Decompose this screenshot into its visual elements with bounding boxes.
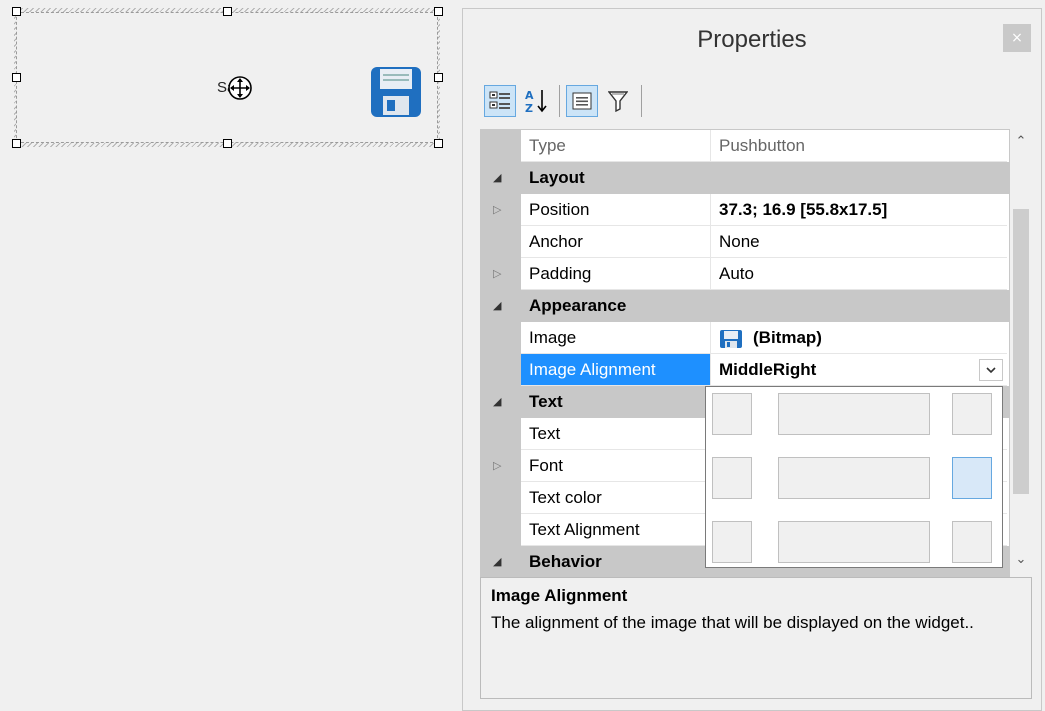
collapse-icon[interactable]: ◢ (493, 386, 501, 418)
expand-icon[interactable]: ▷ (493, 258, 501, 290)
category-appearance[interactable]: ◢ Appearance (481, 290, 1009, 322)
scrollbar-thumb[interactable] (1013, 209, 1029, 494)
categorized-view-button[interactable] (484, 85, 516, 117)
image-alignment-picker (705, 386, 1003, 568)
resize-handle-mr[interactable] (434, 73, 443, 82)
category-label: Layout (529, 168, 585, 187)
property-row-image-alignment[interactable]: Image Alignment MiddleRight (481, 354, 1009, 386)
bitmap-preview-icon (720, 329, 742, 348)
property-name: Type (521, 130, 711, 162)
property-row-position[interactable]: ▷ Position 37.3; 16.9 [55.8x17.5] (481, 194, 1009, 226)
properties-toolbar: A Z (480, 81, 780, 121)
property-row-anchor[interactable]: Anchor None (481, 226, 1009, 258)
property-value-image[interactable]: (Bitmap) (711, 322, 1007, 354)
property-row-type[interactable]: Type Pushbutton (481, 130, 1009, 162)
property-value[interactable]: 37.3; 16.9 [55.8x17.5] (711, 194, 1007, 226)
move-icon[interactable] (227, 75, 253, 101)
property-name: Text Alignment (521, 514, 711, 546)
property-value: Pushbutton (711, 130, 1007, 162)
property-name: Position (521, 194, 711, 226)
resize-handle-ml[interactable] (12, 73, 21, 82)
align-bottom-center[interactable] (778, 521, 930, 563)
align-top-right[interactable] (952, 393, 992, 435)
category-label: Appearance (529, 296, 627, 315)
align-middle-right[interactable] (952, 457, 992, 499)
property-name: Anchor (521, 226, 711, 258)
property-name: Font (521, 450, 711, 482)
toolbar-separator (559, 85, 560, 117)
property-name: Text (521, 418, 711, 450)
resize-handle-bm[interactable] (223, 139, 232, 148)
collapse-icon[interactable]: ◢ (493, 162, 501, 194)
property-name: Image Alignment (521, 354, 711, 386)
svg-text:A: A (525, 89, 534, 102)
scroll-down-icon[interactable]: ⌄ (1010, 549, 1032, 571)
property-name: Padding (521, 258, 711, 290)
align-middle-center[interactable] (778, 457, 930, 499)
alphabetical-sort-button[interactable]: A Z (520, 85, 552, 117)
expand-icon[interactable]: ▷ (493, 450, 501, 482)
pushbutton-widget[interactable]: Save (16, 12, 438, 143)
category-layout[interactable]: ◢ Layout (481, 162, 1009, 194)
close-button[interactable]: × (1003, 24, 1031, 52)
image-value-label: (Bitmap) (753, 328, 822, 347)
chevron-down-icon (986, 366, 996, 373)
filter-button[interactable] (602, 85, 634, 117)
description-text: The alignment of the image that will be … (491, 613, 974, 632)
property-value[interactable]: MiddleRight (711, 354, 1007, 386)
vertical-scrollbar[interactable]: ⌃ ⌄ (1010, 129, 1032, 577)
property-row-padding[interactable]: ▷ Padding Auto (481, 258, 1009, 290)
expand-icon[interactable]: ▷ (493, 194, 501, 226)
collapse-icon[interactable]: ◢ (493, 546, 501, 576)
description-title: Image Alignment (491, 586, 628, 605)
align-middle-left[interactable] (712, 457, 752, 499)
properties-panel: Properties × A Z Type Pushbutton ◢ Layou… (462, 8, 1042, 711)
sort-az-icon: A Z (525, 89, 547, 114)
property-row-image[interactable]: Image (Bitmap) (481, 322, 1009, 354)
resize-handle-tr[interactable] (434, 7, 443, 16)
property-value[interactable]: Auto (711, 258, 1007, 290)
resize-handle-tm[interactable] (223, 7, 232, 16)
categorized-icon (489, 91, 510, 109)
image-alignment-value: MiddleRight (719, 360, 817, 379)
property-pages-icon (572, 92, 592, 110)
properties-view-button[interactable] (566, 85, 598, 117)
panel-title: Properties (697, 26, 807, 53)
align-top-left[interactable] (712, 393, 752, 435)
filter-icon (608, 91, 628, 112)
resize-handle-tl[interactable] (12, 7, 21, 16)
resize-handle-bl[interactable] (12, 139, 21, 148)
align-bottom-left[interactable] (712, 521, 752, 563)
svg-text:Z: Z (525, 102, 533, 114)
floppy-disk-icon (371, 67, 421, 117)
scroll-up-icon[interactable]: ⌃ (1010, 131, 1032, 153)
align-top-center[interactable] (778, 393, 930, 435)
description-pane: Image Alignment The alignment of the ima… (480, 577, 1032, 699)
resize-handle-br[interactable] (434, 139, 443, 148)
property-value[interactable]: None (711, 226, 1007, 258)
dropdown-button[interactable] (979, 359, 1003, 381)
toolbar-separator (641, 85, 642, 117)
property-name: Image (521, 322, 711, 354)
collapse-icon[interactable]: ◢ (493, 290, 501, 322)
align-bottom-right[interactable] (952, 521, 992, 563)
property-name: Text color (521, 482, 711, 514)
